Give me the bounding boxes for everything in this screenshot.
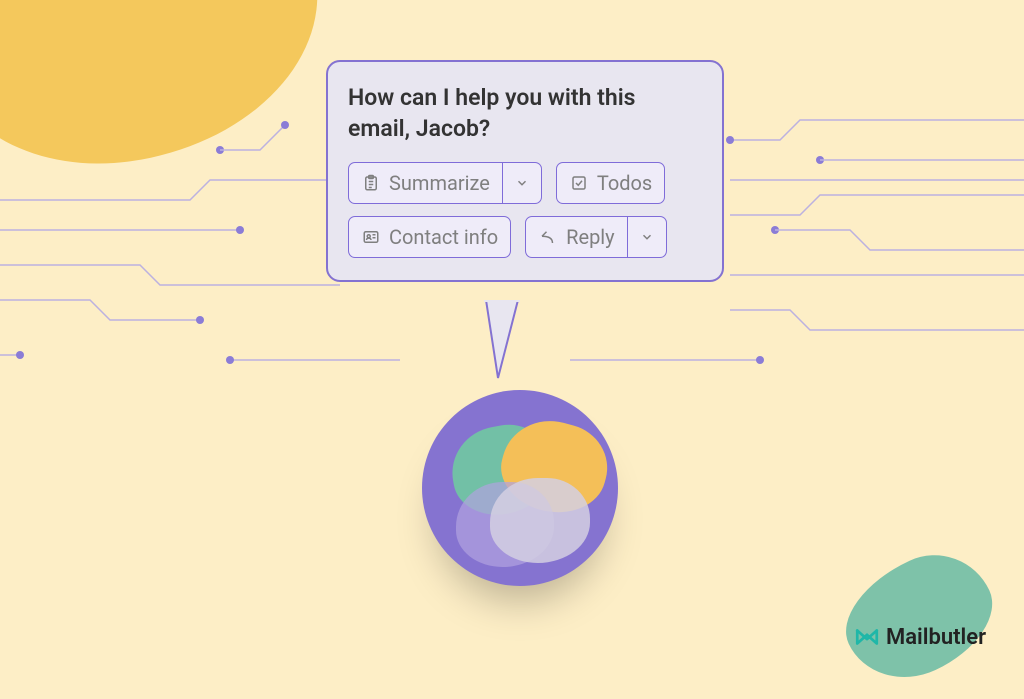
reply-label: Reply <box>566 225 615 249</box>
mailbutler-logo-icon <box>854 624 880 650</box>
blob-teal <box>828 535 1010 698</box>
bubble-title: How can I help you with this email, Jaco… <box>348 82 702 144</box>
summarize-label: Summarize <box>389 171 490 195</box>
reply-main[interactable]: Reply <box>526 217 627 257</box>
chevron-down-icon <box>637 227 657 247</box>
brand: Mailbutler <box>854 624 986 650</box>
brand-name: Mailbutler <box>886 625 986 650</box>
summarize-button[interactable]: Summarize <box>348 162 542 204</box>
bubble-tail <box>468 300 528 380</box>
chevron-down-icon <box>512 173 532 193</box>
summarize-dropdown[interactable] <box>502 163 541 203</box>
todos-label: Todos <box>597 171 652 195</box>
check-square-icon <box>569 173 589 193</box>
clipboard-icon <box>361 173 381 193</box>
reply-dropdown[interactable] <box>627 217 666 257</box>
avatar-petal <box>490 478 590 563</box>
contact-info-main[interactable]: Contact info <box>349 217 510 257</box>
id-card-icon <box>361 227 381 247</box>
reply-button[interactable]: Reply <box>525 216 667 258</box>
contact-info-button[interactable]: Contact info <box>348 216 511 258</box>
todos-main[interactable]: Todos <box>557 163 664 203</box>
contact-info-label: Contact info <box>389 225 498 249</box>
assistant-bubble: How can I help you with this email, Jaco… <box>326 60 724 282</box>
assistant-avatar <box>422 390 618 586</box>
reply-arrow-icon <box>538 227 558 247</box>
todos-button[interactable]: Todos <box>556 162 665 204</box>
summarize-main[interactable]: Summarize <box>349 163 502 203</box>
blob-yellow <box>0 0 338 185</box>
